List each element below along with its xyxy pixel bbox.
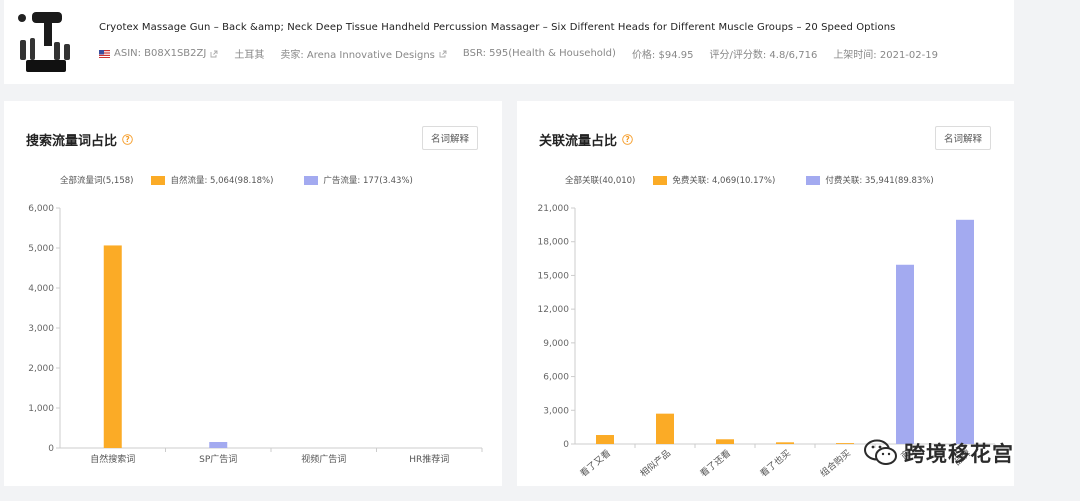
- asin-item[interactable]: ASIN: B08X1SB2ZJ: [99, 48, 218, 59]
- x-tick-label: 看了也买: [758, 447, 793, 479]
- x-tick-label: 自然搜索词: [90, 453, 135, 465]
- seller-item[interactable]: 卖家: Arena Innovative Designs: [280, 46, 447, 61]
- product-title[interactable]: Cryotex Massage Gun – Back &amp; Neck De…: [99, 22, 896, 33]
- search-traffic-chart: 0 1,000 2,000 3,000 4,000 5,000 6,000 自然搜索词 SP广告…: [28, 204, 483, 465]
- x-tick-label: SP广告词: [199, 453, 237, 465]
- price-text: 价格: $94.95: [631, 50, 694, 61]
- x-tick-label: 视频广告词: [301, 453, 346, 465]
- y-tick-label: 0: [48, 444, 54, 454]
- y-tick-label: 6,000: [28, 204, 54, 214]
- watermark: 跨境移花宫: [864, 438, 1014, 468]
- y-tick-label: 15,000: [538, 271, 570, 281]
- y-tick-label: 0: [563, 440, 569, 450]
- x-tick-label: 看了又看: [578, 447, 613, 479]
- y-tick-label: 9,000: [543, 339, 569, 349]
- y-tick-label: 6,000: [543, 373, 569, 383]
- bar[interactable]: [596, 435, 614, 444]
- bar[interactable]: [656, 413, 674, 444]
- bar[interactable]: [896, 264, 914, 444]
- y-tick-label: 4,000: [28, 284, 54, 294]
- bar[interactable]: [956, 219, 974, 444]
- rating-text: 评分/评分数: 4.8/6,716: [709, 50, 818, 61]
- y-tick-label: 18,000: [538, 238, 570, 248]
- country-text: 土耳其: [234, 50, 265, 61]
- watermark-text: 跨境移花宫: [904, 442, 1014, 466]
- y-tick-label: 3,000: [28, 324, 54, 334]
- asin-text: ASIN: B08X1SB2ZJ: [114, 48, 207, 59]
- us-flag-icon: [99, 49, 110, 58]
- y-tick-label: 3,000: [543, 406, 569, 416]
- external-link-icon[interactable]: [210, 50, 218, 58]
- bar[interactable]: [836, 443, 854, 444]
- related-traffic-chart: 0 3,000 6,000 9,000 12,000 15,000 18,000 21,000…: [538, 204, 996, 479]
- wechat-icon: [864, 439, 897, 465]
- bar[interactable]: [103, 245, 122, 448]
- y-tick-label: 12,000: [538, 305, 570, 315]
- y-tick-label: 5,000: [28, 244, 54, 254]
- product-card: Cryotex Massage Gun – Back &amp; Neck De…: [4, 0, 1014, 84]
- external-link-icon[interactable]: [439, 50, 447, 58]
- x-tick-label: HR推荐词: [409, 453, 449, 465]
- product-meta: ASIN: B08X1SB2ZJ 土耳其 卖家: Arena Innovativ…: [99, 46, 954, 61]
- bar[interactable]: [716, 439, 734, 444]
- launch-date-text: 上架时间: 2021-02-19: [833, 50, 938, 61]
- product-thumbnail[interactable]: [18, 8, 74, 74]
- x-tick-label: 相似产品: [638, 447, 673, 479]
- y-tick-label: 21,000: [538, 204, 570, 214]
- bar[interactable]: [776, 442, 794, 444]
- related-traffic-panel: 关联流量占比 ? 名词解释 全部关联(40,010) 免费关联: 4,069(1…: [517, 101, 1014, 486]
- y-tick-label: 2,000: [28, 364, 54, 374]
- x-tick-label: 看了还看: [698, 447, 733, 479]
- y-tick-label: 1,000: [28, 404, 54, 414]
- seller-text: 卖家: Arena Innovative Designs: [280, 50, 435, 61]
- bsr-text: BSR: 595(Health & Household): [462, 48, 616, 59]
- search-traffic-panel: 搜索流量词占比 ? 名词解释 全部流量词(5,158) 自然流量: 5,064(…: [4, 101, 502, 486]
- bar[interactable]: [209, 442, 228, 448]
- x-tick-label: 组合购买: [818, 447, 853, 479]
